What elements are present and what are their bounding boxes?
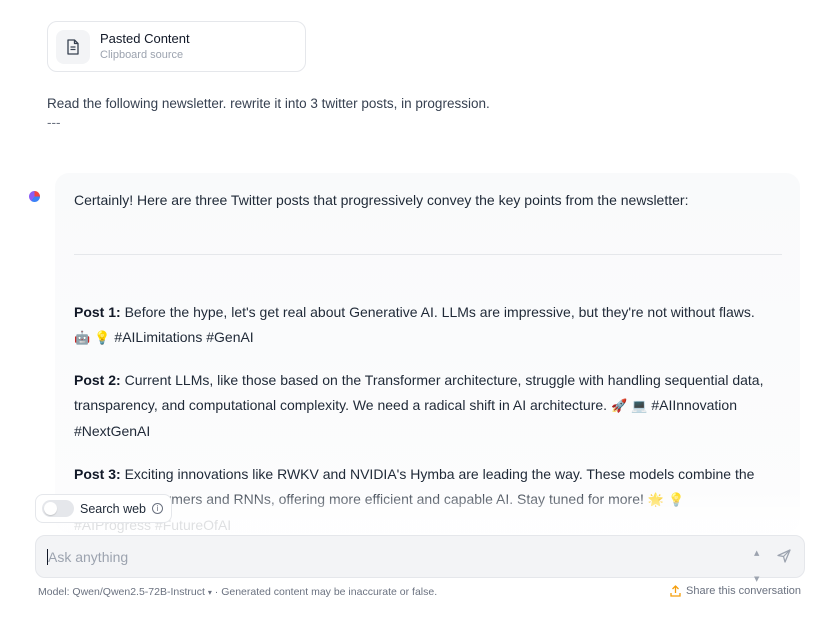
- assistant-intro: Certainly! Here are three Twitter posts …: [74, 192, 689, 208]
- pasted-content-subtitle: Clipboard source: [100, 49, 184, 61]
- search-web-label: Search web: [80, 501, 147, 516]
- post-emojis: 🤖 💡: [74, 331, 111, 346]
- pasted-content-text: Pasted Content Clipboard source: [100, 31, 190, 62]
- post-hashtags: #AILimitations #GenAI: [110, 329, 254, 345]
- user-message-separator: ---: [47, 115, 61, 130]
- disclaimer: · Generated content may be inaccurate or…: [211, 586, 438, 598]
- pasted-content-title: Pasted Content: [100, 31, 190, 46]
- footer-info: Model: Qwen/Qwen2.5-72B-Instruct ▾ · Gen…: [38, 586, 437, 598]
- share-icon: [670, 585, 681, 597]
- model-selector[interactable]: Model: Qwen/Qwen2.5-72B-Instruct ▾: [38, 586, 212, 598]
- post-text: Current LLMs, like those based on the Tr…: [120, 372, 764, 388]
- post-text: Exciting innovations like RWKV and NVIDI…: [120, 466, 755, 482]
- post-text: Before the hype, let's get real about Ge…: [120, 304, 755, 320]
- post-3: Post 3: Exciting innovations like RWKV a…: [74, 462, 774, 533]
- send-icon: [777, 549, 791, 563]
- post-emojis: 🌟 💡: [647, 493, 685, 508]
- post-2: Post 2: Current LLMs, like those based o…: [74, 368, 774, 444]
- share-conversation-link[interactable]: Share this conversation: [670, 585, 801, 597]
- post-emojis: 🚀 💻: [610, 399, 648, 414]
- post-text-line2: transparency, and computational complexi…: [74, 397, 608, 413]
- model-label: Model: Qwen/Qwen2.5-72B-Instruct: [38, 586, 205, 598]
- toggle-switch[interactable]: [42, 500, 74, 517]
- composer: ▲▼: [35, 535, 805, 583]
- post-1: Post 1: Before the hype, let's get real …: [74, 300, 774, 351]
- post-hashtags: #AIInnovation: [647, 397, 737, 413]
- assistant-message: Certainly! Here are three Twitter posts …: [55, 173, 800, 533]
- text-caret: [47, 549, 48, 565]
- send-button[interactable]: [775, 547, 793, 565]
- document-icon: [56, 29, 90, 64]
- post-label: Post 1:: [74, 304, 121, 320]
- post-label: Post 3:: [74, 466, 121, 482]
- post-hashtags-line3: #NextGenAI: [74, 423, 151, 439]
- info-icon[interactable]: i: [152, 503, 164, 514]
- post-label: Post 2:: [74, 372, 121, 388]
- assistant-avatar: [29, 191, 40, 202]
- pasted-content-card[interactable]: Pasted Content Clipboard source: [47, 21, 306, 72]
- share-label: Share this conversation: [686, 585, 801, 597]
- chat-input[interactable]: [48, 536, 748, 577]
- user-message: Read the following newsletter. rewrite i…: [47, 96, 490, 111]
- divider: [74, 254, 782, 255]
- search-web-toggle[interactable]: Search web i: [35, 494, 173, 523]
